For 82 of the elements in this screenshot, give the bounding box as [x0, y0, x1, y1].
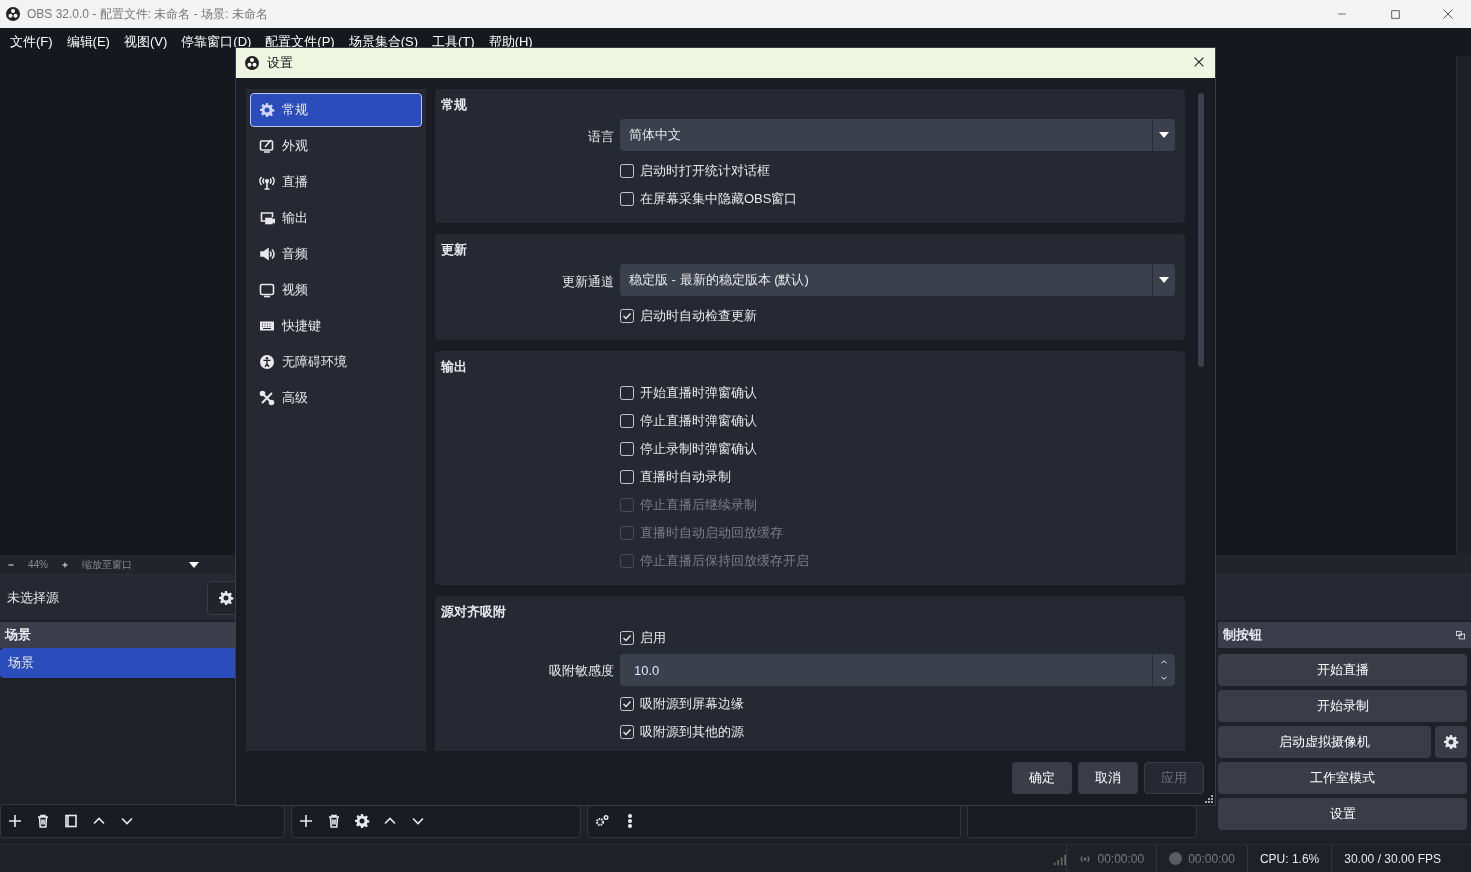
settings-nav-item[interactable]: 高级	[250, 381, 422, 415]
settings-nav-item[interactable]: 视频	[250, 273, 422, 307]
screen-camera-icon	[259, 210, 275, 226]
tools-icon	[259, 390, 275, 406]
checkbox-label: 直播时自动录制	[640, 468, 731, 486]
dialog-title: 设置	[267, 54, 293, 72]
control-button[interactable]: 启动虚拟摄像机	[1218, 726, 1431, 758]
field-label: 语言	[587, 128, 614, 146]
monitor-icon	[259, 282, 275, 298]
app-logo-icon	[6, 7, 20, 21]
record-time: 00:00:00	[1188, 851, 1235, 866]
window-title: OBS 32.0.0 - 配置文件: 未命名 - 场景: 未命名	[27, 5, 268, 23]
checkbox-label: 启用	[640, 629, 666, 647]
resize-grip-icon[interactable]	[1205, 795, 1213, 803]
checkbox-label: 启动时自动检查更新	[640, 307, 757, 325]
close-icon[interactable]	[1442, 8, 1454, 20]
stream-time: 00:00:00	[1097, 851, 1145, 866]
speaker-icon	[259, 246, 275, 262]
checkbox-label: 吸附源到屏幕边缘	[640, 695, 744, 713]
frame-rate: 30.00 / 30.00 FPS	[1331, 845, 1471, 872]
gear-icon[interactable]	[259, 102, 275, 118]
checkbox-label: 吸附源到其他的源	[640, 723, 744, 741]
dropdown-field[interactable]: 稳定版 - 最新的稳定版本 (默认)	[620, 264, 1175, 296]
dropdown-icon	[1159, 277, 1169, 283]
advanced-settings-icon[interactable]	[594, 813, 610, 829]
dropdown-field[interactable]: 简体中文	[620, 119, 1175, 151]
control-button[interactable]: 开始直播	[1218, 654, 1467, 686]
checkbox-label: 停止直播时弹窗确认	[640, 412, 757, 430]
checkbox-label: 启动时打开统计对话框	[640, 162, 770, 180]
control-button[interactable]: 开始录制	[1218, 690, 1467, 722]
dock-title-text: 制按钮	[1223, 626, 1262, 644]
virtual-camera-settings-button[interactable]	[1435, 726, 1467, 758]
field-label: 吸附敏感度	[548, 662, 614, 680]
settings-nav-item[interactable]: 外观	[250, 129, 422, 163]
undock-icon[interactable]	[1455, 629, 1466, 641]
settings-nav-item[interactable]: 常规	[250, 93, 422, 127]
checkbox-label: 开始直播时弹窗确认	[640, 384, 757, 402]
maximize-icon[interactable]	[1389, 8, 1401, 20]
delete-icon[interactable]	[35, 813, 51, 829]
number-field[interactable]: 10.0	[620, 654, 1175, 686]
menu-item[interactable]: 编辑(E)	[60, 33, 116, 51]
menu-item[interactable]: 视图(V)	[117, 33, 174, 51]
checkbox-label: 停止直播后继续录制	[640, 496, 757, 514]
add-icon[interactable]	[298, 813, 314, 829]
control-button[interactable]: 设置	[1218, 798, 1467, 830]
dropdown-icon[interactable]	[189, 561, 199, 568]
delete-icon[interactable]	[326, 813, 342, 829]
add-icon[interactable]	[7, 813, 23, 829]
section-title: 常规	[441, 96, 467, 114]
settings-nav-item[interactable]: 无障碍环境	[250, 345, 422, 379]
checkbox-label: 停止录制时弹窗确认	[640, 440, 757, 458]
app-logo-icon	[245, 56, 259, 70]
settings-nav-item[interactable]: 直播	[250, 165, 422, 199]
antenna-icon	[259, 174, 275, 190]
menu-item[interactable]: 文件(F)	[4, 33, 59, 51]
checkbox-label: 停止直播后保持回放缓存开启	[640, 552, 809, 570]
settings-nav-item[interactable]: 快捷键	[250, 309, 422, 343]
control-button[interactable]: 工作室模式	[1218, 762, 1467, 794]
field-label: 更新通道	[561, 273, 614, 291]
zoom-mode[interactable]: 缩放至窗口	[82, 557, 177, 572]
settings-icon[interactable]	[354, 813, 370, 829]
settings-icon[interactable]	[218, 589, 234, 606]
checkbox-label: 在屏幕采集中隐藏OBS窗口	[640, 190, 798, 208]
section-title: 源对齐吸附	[441, 603, 506, 621]
scrollbar-thumb[interactable]	[1198, 93, 1204, 367]
dialog-button[interactable]: 确定	[1012, 762, 1072, 794]
accessibility-icon	[259, 354, 275, 370]
section-title: 输出	[441, 358, 467, 376]
scrollbar[interactable]	[1456, 56, 1471, 555]
filter-icon[interactable]	[63, 813, 79, 829]
zoom-level: 44%	[28, 559, 48, 570]
settings-icon[interactable]	[1443, 734, 1459, 750]
cpu-usage: CPU: 1.6%	[1246, 845, 1332, 872]
dialog-button[interactable]: 取消	[1078, 762, 1138, 794]
monitor-brush-icon	[259, 138, 275, 154]
dropdown-icon	[1159, 132, 1169, 138]
settings-nav-item[interactable]: 输出	[250, 201, 422, 235]
checkbox-label: 直播时自动启动回放缓存	[640, 524, 783, 542]
section-title: 更新	[441, 241, 467, 259]
settings-nav-item[interactable]: 音频	[250, 237, 422, 271]
record-status-icon	[1169, 852, 1183, 865]
source-label: 未选择源	[7, 588, 60, 607]
